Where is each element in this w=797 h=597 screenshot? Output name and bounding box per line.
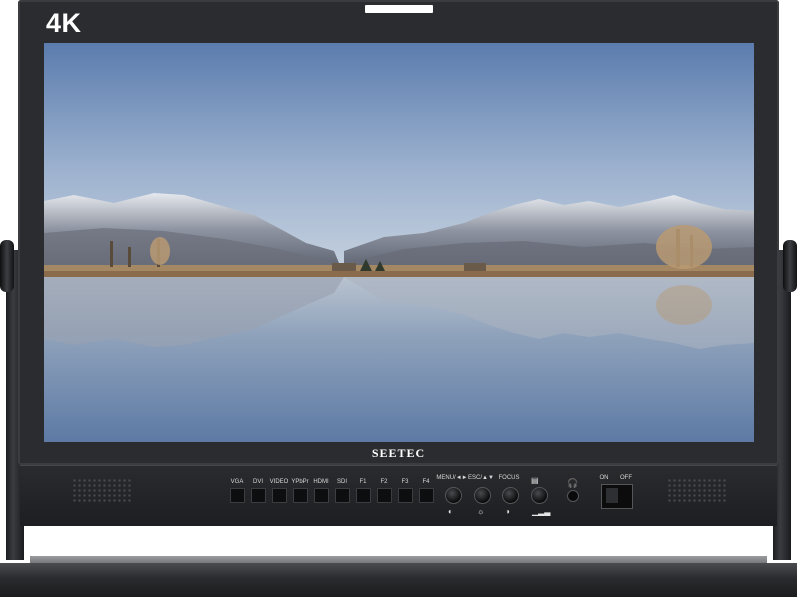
power-off-label: OFF: [620, 475, 632, 481]
knob-label-focus: FOCUS: [498, 475, 520, 481]
focus-knob[interactable]: [502, 487, 519, 504]
f3-button[interactable]: [398, 488, 413, 503]
dvi-button[interactable]: [251, 488, 266, 503]
f2-button[interactable]: [377, 488, 392, 503]
landscape-image: [44, 43, 754, 442]
top-slot: [365, 5, 433, 13]
right-speaker-grille: [667, 478, 727, 504]
resolution-badge: 4K: [46, 8, 82, 38]
volume-icon: ▁▂▃: [532, 507, 551, 516]
contrast-icon: ◐: [448, 507, 453, 516]
power-switch[interactable]: [601, 484, 633, 509]
menu-knob[interactable]: [445, 487, 462, 504]
f1-button[interactable]: [356, 488, 371, 503]
left-tilt-knob[interactable]: [0, 240, 14, 292]
sdi-button[interactable]: [335, 488, 350, 503]
power-switch-toggle[interactable]: [606, 488, 618, 503]
left-speaker-grille: [72, 478, 132, 504]
monitor-screen: [44, 43, 754, 442]
right-tilt-knob[interactable]: [783, 240, 797, 292]
brand-logo: SEETEC: [371, 446, 426, 460]
volume-knob[interactable]: [531, 487, 548, 504]
power-on-label: ON: [599, 475, 609, 481]
knob-label-esc: ESC/▲▼: [468, 475, 494, 481]
headphone-icon: 🎧: [567, 478, 579, 488]
ypbpr-button[interactable]: [293, 488, 308, 503]
vga-button[interactable]: [230, 488, 245, 503]
esc-knob[interactable]: [474, 487, 491, 504]
headphone-jack[interactable]: [567, 490, 579, 502]
saturation-icon: ◑: [505, 507, 510, 516]
brightness-icon: ☼: [477, 507, 485, 516]
video-button[interactable]: [272, 488, 287, 503]
hdmi-button[interactable]: [314, 488, 329, 503]
stand-base: [0, 563, 797, 597]
input-source-icon: ▤: [531, 476, 539, 485]
f4-button[interactable]: [419, 488, 434, 503]
